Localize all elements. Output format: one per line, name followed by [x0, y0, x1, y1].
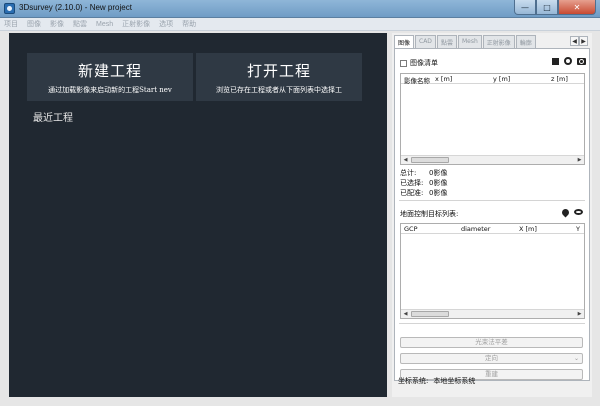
stat-total-label: 总计:	[400, 169, 417, 177]
tab-mesh[interactable]: Mesh	[457, 35, 482, 48]
image-tools	[547, 56, 586, 66]
stat-total-value: 0影像	[429, 169, 448, 177]
tab-scroll-arrows: ◀ ▶	[570, 36, 588, 46]
menu-imagery[interactable]: 影像	[50, 19, 64, 29]
column-diameter[interactable]: diameter	[461, 225, 490, 233]
gcp-table[interactable]: GCP diameter X [m] Y ◀ ▶	[400, 223, 585, 319]
stat-selected-value: 0影像	[429, 179, 448, 187]
menu-images[interactable]: 图像	[27, 19, 41, 29]
tab-orthophoto[interactable]: 正射影像	[482, 35, 515, 48]
target-icon[interactable]	[563, 56, 573, 66]
tab-images[interactable]: 图像	[394, 35, 415, 49]
tab-bar: 图像 CAD 點雲 Mesh 正射影像 輪廓	[394, 35, 537, 49]
orientation-label: 定向	[485, 354, 498, 362]
section-divider	[399, 200, 585, 201]
stat-total: 总计: 0影像	[400, 168, 447, 178]
open-project-subtitle: 浏览已存在工程或者从下面列表中选择工	[216, 86, 342, 94]
tab-scroll-right[interactable]: ▶	[579, 36, 588, 46]
stat-registered: 已配准: 0影像	[400, 188, 447, 198]
images-tab-content: 图像清单 影像名称 x [m] y [m] z [m] ◀ ▶ 总计: 0影像 …	[394, 48, 590, 381]
scroll-left-arrow[interactable]: ◀	[401, 156, 410, 164]
minimize-button[interactable]: —	[514, 0, 536, 15]
new-project-title: 新建工程	[77, 62, 142, 80]
maximize-button[interactable]: □	[536, 0, 558, 15]
scroll-right-arrow[interactable]: ▶	[575, 156, 584, 164]
tab-point-cloud[interactable]: 點雲	[436, 35, 457, 48]
coordinate-system-label: 坐标系统:	[398, 377, 429, 385]
gcp-table-header: GCP diameter X [m] Y	[401, 224, 584, 234]
column-x[interactable]: x [m]	[435, 75, 452, 83]
image-stats: 总计: 0影像 已选择: 0影像 已配准: 0影像	[400, 168, 447, 198]
menu-project[interactable]: 项目	[4, 19, 18, 29]
tab-contours[interactable]: 輪廓	[515, 35, 536, 48]
scroll-thumb[interactable]	[411, 157, 449, 163]
gcp-table-scrollbar[interactable]: ◀ ▶	[401, 309, 584, 318]
tab-cad[interactable]: CAD	[415, 35, 436, 48]
column-image-name[interactable]: 影像名称	[404, 75, 430, 85]
column-z[interactable]: z [m]	[551, 75, 568, 83]
side-panel: 图像 CAD 點雲 Mesh 正射影像 輪廓 ◀ ▶ 图像清单 影像名称 x […	[392, 33, 592, 397]
stat-registered-label: 已配准:	[400, 189, 424, 197]
start-panel: 新建工程 通过加载影像来启动新的工程Start nev 打开工程 浏览已存在工程…	[9, 33, 387, 397]
image-table-scrollbar[interactable]: ◀ ▶	[401, 155, 584, 164]
gcp-tools	[557, 207, 583, 217]
image-table[interactable]: 影像名称 x [m] y [m] z [m] ◀ ▶	[400, 73, 585, 165]
section-divider-2	[399, 323, 585, 324]
gcp-scroll-thumb[interactable]	[411, 311, 449, 317]
gcp-list-label: 地面控制目标列表:	[400, 210, 459, 218]
title-bar: 3Dsurvey (2.10.0) - New project — □ ✕	[0, 0, 600, 18]
window-controls: — □ ✕	[514, 0, 596, 15]
column-y[interactable]: y [m]	[493, 75, 510, 83]
stat-registered-value: 0影像	[429, 189, 448, 197]
eye-icon[interactable]	[573, 207, 583, 217]
image-list-toggle[interactable]: 图像清单	[400, 58, 438, 68]
open-project-title: 打开工程	[246, 62, 311, 80]
menu-orthophoto[interactable]: 正射影像	[122, 19, 150, 29]
camera-icon[interactable]	[576, 56, 586, 66]
stat-selected-label: 已选择:	[400, 179, 424, 187]
menu-options[interactable]: 选项	[159, 19, 173, 29]
new-project-button[interactable]: 新建工程 通过加载影像来启动新的工程Start nev	[27, 53, 193, 101]
coordinate-system: 坐标系统: 本地坐标系统	[398, 376, 475, 386]
image-list-label: 图像清单	[410, 59, 438, 67]
menu-point-cloud[interactable]: 點雲	[73, 19, 87, 29]
gcp-scroll-left-arrow[interactable]: ◀	[401, 310, 410, 318]
column-gcp[interactable]: GCP	[404, 225, 418, 233]
app-icon	[4, 3, 15, 14]
window-title: 3Dsurvey (2.10.0) - New project	[19, 3, 132, 12]
image-table-header: 影像名称 x [m] y [m] z [m]	[401, 74, 584, 85]
close-button[interactable]: ✕	[558, 0, 596, 15]
column-gcp-y[interactable]: Y	[576, 225, 580, 233]
new-project-subtitle: 通过加载影像来启动新的工程Start nev	[48, 86, 172, 94]
recent-projects-heading: 最近工程	[33, 113, 73, 124]
chevron-down-icon: ⌄	[573, 355, 579, 362]
add-image-icon[interactable]	[550, 56, 560, 66]
menu-help[interactable]: 帮助	[182, 19, 196, 29]
column-gcp-x[interactable]: X [m]	[519, 225, 537, 233]
tab-scroll-left[interactable]: ◀	[570, 36, 579, 46]
stat-selected: 已选择: 0影像	[400, 178, 447, 188]
gcp-scroll-right-arrow[interactable]: ▶	[575, 310, 584, 318]
menu-bar: 项目 图像 影像 點雲 Mesh 正射影像 选项 帮助	[0, 18, 600, 31]
menu-mesh[interactable]: Mesh	[96, 21, 113, 28]
pin-icon[interactable]	[560, 207, 570, 217]
bundle-adjust-button[interactable]: 光束法平差	[400, 337, 583, 348]
coordinate-system-value: 本地坐标系统	[433, 377, 476, 385]
orientation-dropdown[interactable]: 定向 ⌄	[400, 353, 583, 364]
open-project-button[interactable]: 打开工程 浏览已存在工程或者从下面列表中选择工	[196, 53, 362, 101]
image-list-checkbox[interactable]	[400, 59, 407, 67]
